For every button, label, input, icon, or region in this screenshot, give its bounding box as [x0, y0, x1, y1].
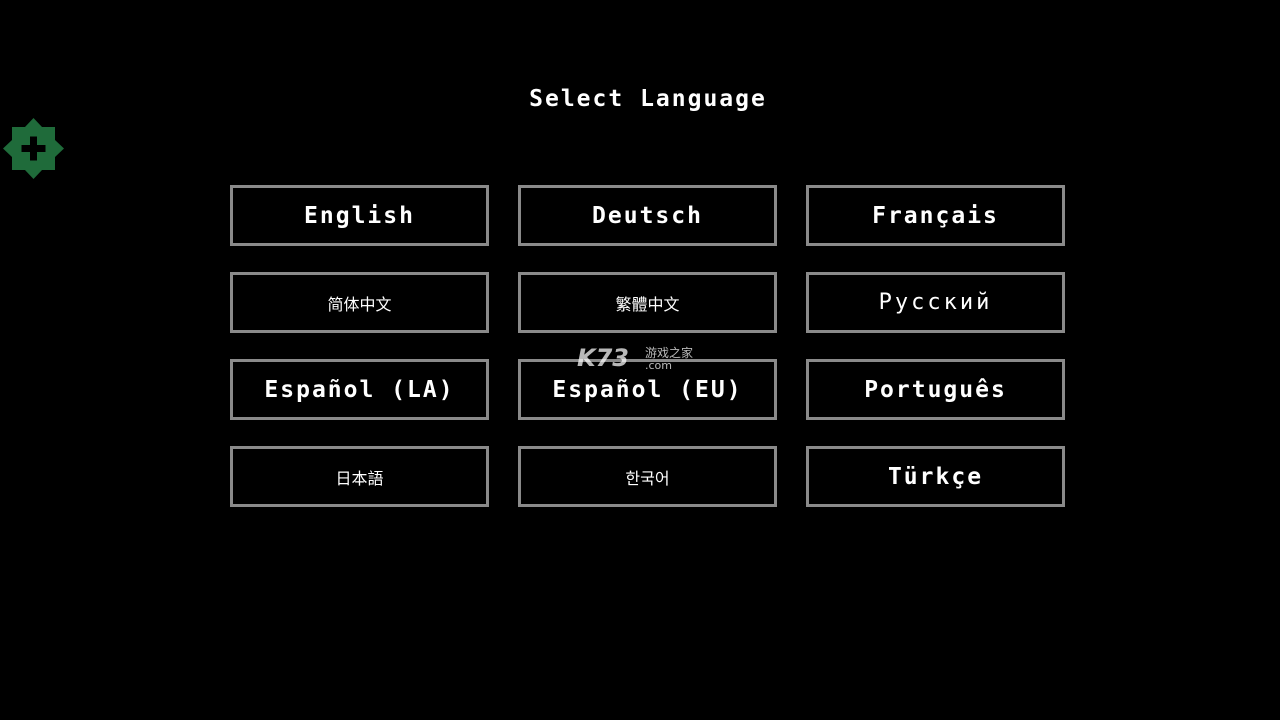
language-button-francais[interactable]: Français [806, 185, 1065, 246]
page-title: Select Language [529, 86, 767, 112]
language-button-japanese[interactable]: 日本語 [230, 446, 489, 507]
language-button-russian[interactable]: Русский [806, 272, 1065, 333]
language-button-traditional-chinese[interactable]: 繁體中文 [518, 272, 777, 333]
language-label: Русский [878, 290, 993, 315]
language-button-turkish[interactable]: Türkçe [806, 446, 1065, 507]
language-label: Português [864, 376, 1007, 403]
language-grid: English Deutsch Français 简体中文 繁體中文 Русск… [230, 185, 1065, 507]
add-button[interactable] [3, 118, 64, 179]
language-button-deutsch[interactable]: Deutsch [518, 185, 777, 246]
language-button-simplified-chinese[interactable]: 简体中文 [230, 272, 489, 333]
language-label: Français [872, 202, 999, 229]
language-button-korean[interactable]: 한국어 [518, 446, 777, 507]
language-label: 日本語 [335, 468, 384, 488]
language-label: 한국어 [625, 468, 670, 488]
language-button-spanish-eu[interactable]: Español (EU) [518, 359, 777, 420]
language-label: 繁體中文 [615, 294, 680, 314]
language-label: Türkçe [887, 463, 984, 490]
language-label: 简体中文 [327, 294, 392, 314]
plus-icon [3, 118, 64, 179]
language-button-english[interactable]: English [230, 185, 489, 246]
language-button-spanish-la[interactable]: Español (LA) [230, 359, 489, 420]
language-label: English [304, 202, 415, 229]
language-label: Español (EU) [552, 376, 743, 403]
language-button-portuguese[interactable]: Português [806, 359, 1065, 420]
language-label: Deutsch [592, 202, 703, 229]
language-label: Español (LA) [264, 376, 455, 403]
